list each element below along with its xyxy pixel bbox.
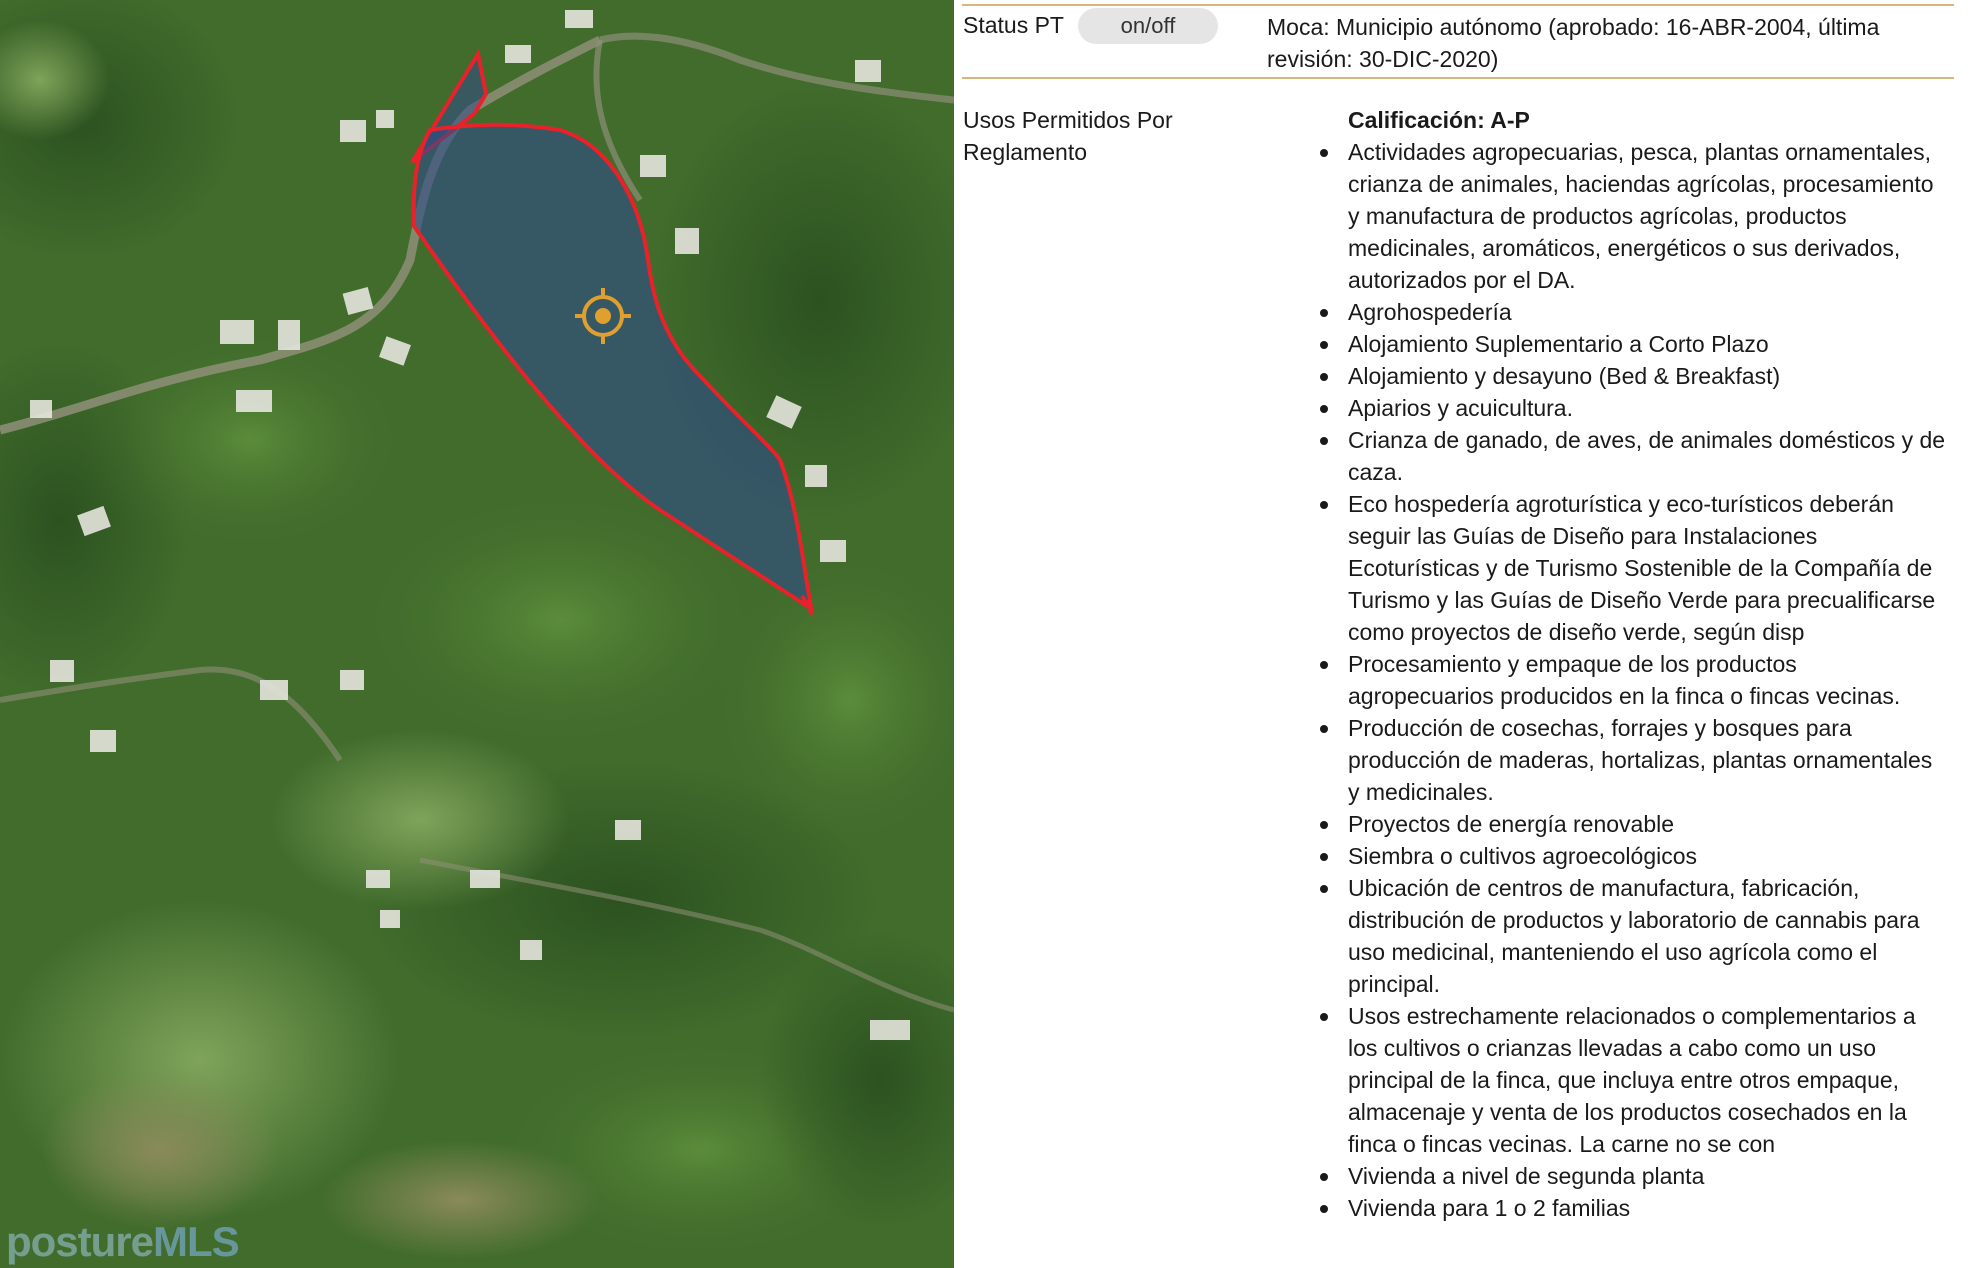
uso-list-item: Agrohospedería [1320,296,1948,328]
uso-list-item: Apiarios y acuicultura. [1320,392,1948,424]
watermark-logo: postureMLS [6,1218,240,1265]
top-divider [962,4,1954,6]
uso-list-item: Vivienda a nivel de segunda planta [1320,1160,1948,1192]
uso-list-item: Actividades agropecuarias, pesca, planta… [1320,136,1948,296]
municipio-info: Moca: Municipio autónomo (aprobado: 16-A… [1267,14,1880,72]
calificacion-heading: Calificación: A-P [1348,107,1530,133]
satellite-imagery [0,0,954,1268]
uso-list-item: Proyectos de energía renovable [1320,808,1948,840]
status-pt-label: Status PT [963,12,1064,38]
uso-list-item: Usos estrechamente relacionados o comple… [1320,1000,1948,1160]
uso-list-item: Producción de cosechas, forrajes y bosqu… [1320,712,1948,808]
uso-list-item: Siembra o cultivos agroecológicos [1320,840,1948,872]
on-off-toggle[interactable]: on/off [1078,8,1218,44]
uso-list-item: Vivienda para 1 o 2 familias [1320,1192,1948,1224]
section-divider [962,77,1954,79]
zoning-info-panel: Status PT on/off Moca: Municipio autónom… [954,0,1980,1268]
usos-permitidos-label: Usos Permitidos Por Reglamento [963,107,1173,165]
uso-list-item: Alojamiento y desayuno (Bed & Breakfast) [1320,360,1948,392]
uso-list-item: Crianza de ganado, de aves, de animales … [1320,424,1948,488]
uso-list-item: Alojamiento Suplementario a Corto Plazo [1320,328,1948,360]
uso-list-item: Ubicación de centros de manufactura, fab… [1320,872,1948,1000]
usos-list: Actividades agropecuarias, pesca, planta… [1320,136,1948,1224]
uso-list-item: Procesamiento y empaque de los productos… [1320,648,1948,712]
uso-list-item: Eco hospedería agroturística y eco-turís… [1320,488,1948,648]
satellite-map[interactable]: postureMLS [0,0,954,1268]
